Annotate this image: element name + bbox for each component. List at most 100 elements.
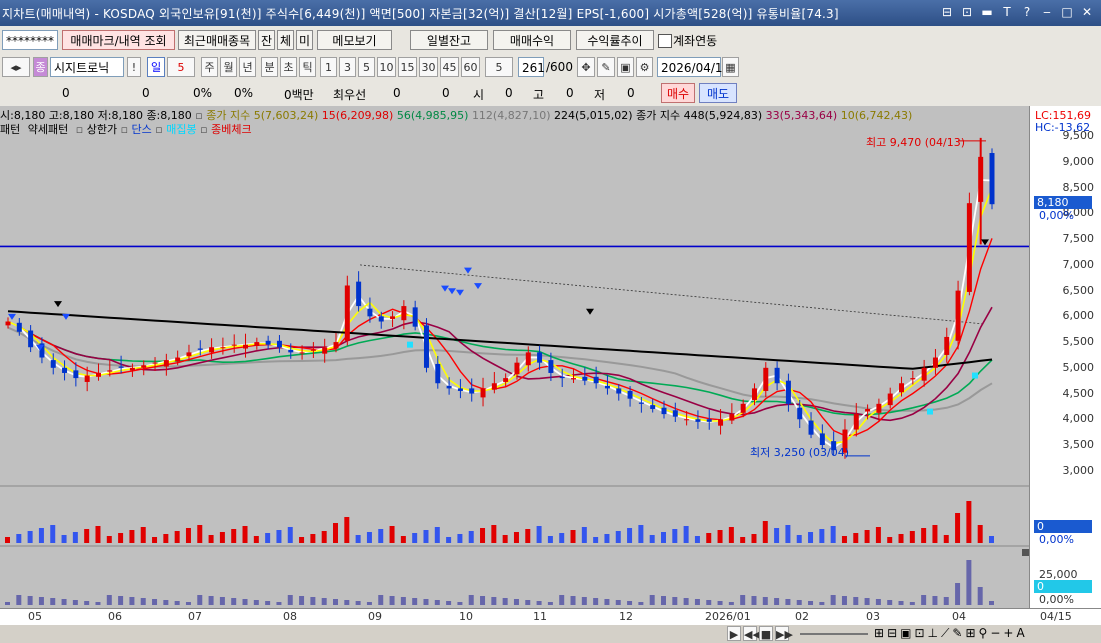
candle-body [141, 365, 147, 368]
sub-indicator-bar [219, 597, 225, 605]
rewind-icon[interactable]: ◀◀ [743, 626, 761, 641]
price-chart[interactable] [0, 106, 1036, 608]
gear-icon[interactable]: ⚙ [636, 57, 653, 77]
sub-indicator-bar [977, 587, 983, 605]
stop-icon[interactable]: ■ [759, 626, 773, 641]
pin-icon[interactable]: ⊥ [928, 626, 938, 641]
candle-body [525, 352, 531, 366]
quote-amount: 0백만 [284, 88, 314, 102]
interval-1[interactable]: 1 [320, 57, 337, 77]
candle-body [50, 360, 56, 368]
open-label: 시 [473, 88, 485, 102]
period-count-select[interactable]: 5 [167, 57, 195, 77]
sub-indicator-bar [819, 602, 825, 605]
help-icon[interactable]: ? [1019, 3, 1035, 21]
font-size-icon[interactable]: A [1016, 626, 1024, 641]
volume-bar [333, 523, 338, 543]
interval-10[interactable]: 10 [377, 57, 396, 77]
date-field[interactable]: 2026/04/15 [657, 57, 730, 77]
period-tick-button[interactable]: 틱 [299, 57, 316, 77]
nav-arrows-icon[interactable]: ◂▸ [2, 57, 30, 77]
calendar-icon[interactable]: ▦ [722, 57, 739, 77]
grid-icon[interactable]: ⊞ [874, 626, 884, 641]
save-icon[interactable]: ▣ [617, 57, 634, 77]
trade-mark-button[interactable]: 매매마크/내역 조회 [62, 30, 175, 50]
layout-icon[interactable]: ⊟ [939, 3, 955, 21]
crosshair-icon[interactable]: ✥ [577, 57, 595, 77]
trade-profit-button[interactable]: 매매수익 [493, 30, 571, 50]
pen-icon[interactable]: ✎ [952, 626, 962, 641]
daily-balance-button[interactable]: 일별잔고 [410, 30, 488, 50]
tools-icon[interactable]: ✎ [597, 57, 615, 77]
frame-icon[interactable]: ▣ [900, 626, 911, 641]
sub-indicator-bar [853, 597, 859, 605]
volume-bar [61, 535, 67, 543]
line-icon[interactable]: ⟋ [941, 626, 949, 641]
close-icon[interactable]: ✕ [1079, 3, 1095, 21]
memo-button[interactable]: 메모보기 [317, 30, 392, 50]
execution-button[interactable]: 체 [277, 30, 294, 50]
period-year-button[interactable]: 년 [239, 57, 256, 77]
interval-5[interactable]: 5 [358, 57, 375, 77]
play-icon[interactable]: ▶ [727, 626, 741, 641]
recent-stocks-button[interactable]: 최근매매종목 [178, 30, 256, 50]
text-icon[interactable]: T [999, 3, 1015, 21]
minimize-icon[interactable]: ‒ [1039, 3, 1055, 21]
signal-marker [448, 288, 456, 295]
sub-indicator-bar [717, 601, 723, 605]
stock-type-icon[interactable]: 종 [33, 57, 48, 77]
interval-45[interactable]: 45 [440, 57, 459, 77]
x-label: 12 [619, 610, 633, 623]
account-link-checkbox[interactable] [658, 34, 672, 48]
sub-indicator-bar [864, 598, 870, 605]
balance-button[interactable]: 잔 [258, 30, 275, 50]
box-icon[interactable]: ⊡ [914, 626, 924, 641]
chart-area[interactable] [0, 106, 1036, 608]
volume-bar [480, 528, 486, 543]
candle-body [5, 321, 11, 326]
sub-indicator-bar [785, 599, 791, 605]
period-minute-button[interactable]: 분 [261, 57, 278, 77]
signal-marker [54, 301, 62, 308]
split-icon[interactable]: ⊟ [887, 626, 897, 641]
interval-15[interactable]: 15 [398, 57, 417, 77]
count-field[interactable]: 261 [518, 57, 545, 77]
alert-icon[interactable]: ! [127, 57, 141, 77]
buy-button[interactable]: 매수 [661, 83, 695, 103]
period-month-button[interactable]: 월 [220, 57, 237, 77]
candle-body [559, 376, 565, 379]
candle-body [469, 388, 475, 394]
candle-body [571, 378, 577, 380]
sub-indicator-bar [706, 600, 712, 605]
interval-3[interactable]: 3 [339, 57, 356, 77]
sub-indicator-bar [242, 599, 248, 605]
bar-icon[interactable]: ▬ [979, 3, 995, 21]
sell-button[interactable]: 매도 [699, 83, 737, 103]
sub-indicator-bar [536, 601, 542, 605]
interval-30[interactable]: 30 [419, 57, 438, 77]
interval-60[interactable]: 60 [461, 57, 480, 77]
unfilled-button[interactable]: 미 [296, 30, 313, 50]
account-field[interactable]: ******** [2, 30, 58, 50]
zoom-out-icon[interactable]: ⚲ [979, 626, 988, 641]
stock-name-field[interactable]: 시지트로닉 [50, 57, 124, 77]
restore-layout-icon[interactable]: ⊡ [959, 3, 975, 21]
toolbar-period: ◂▸ 종 시지트로닉 ! 일 5 주 월 년 분 초 틱 1 3 5 10 15… [0, 54, 1101, 81]
volume-bar [774, 528, 780, 543]
sub-indicator-bar [762, 597, 768, 605]
zoom-slider[interactable] [800, 633, 868, 635]
forward-icon[interactable]: ▶▶ [775, 626, 793, 641]
period-second-button[interactable]: 초 [280, 57, 297, 77]
maximize-icon[interactable]: □ [1059, 3, 1075, 21]
minus-icon[interactable]: − [990, 626, 1000, 641]
sub-indicator-bar [344, 600, 350, 605]
signal-marker [456, 289, 464, 296]
ma112-line [7, 326, 993, 412]
plus-icon[interactable]: + [1003, 626, 1013, 641]
return-trend-button[interactable]: 수익률추이 [576, 30, 654, 50]
period-week-button[interactable]: 주 [201, 57, 218, 77]
interval-select[interactable]: 5 [485, 57, 513, 77]
period-day-button[interactable]: 일 [147, 57, 165, 77]
legend-ma56: 56(4,985,95) [396, 109, 469, 122]
layout-icon[interactable]: ⊞ [965, 626, 975, 641]
